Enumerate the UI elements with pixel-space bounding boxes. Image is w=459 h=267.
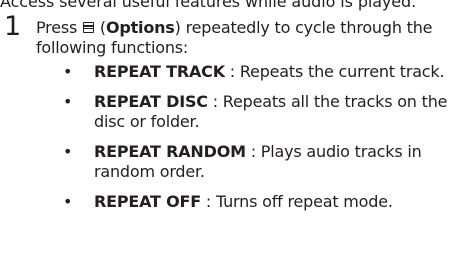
bullet-icon: • (63, 92, 73, 111)
step-text-before: Press (36, 18, 82, 37)
step-open-paren: ( (95, 18, 106, 37)
step-number: 1 (4, 11, 22, 42)
function-term: REPEAT TRACK (94, 62, 225, 81)
list-item-repeat-track: • REPEAT TRACK : Repeats the current trac… (60, 62, 458, 82)
function-term: REPEAT RANDOM (94, 142, 246, 161)
bullet-icon: • (63, 142, 73, 161)
function-list: • REPEAT TRACK : Repeats the current trac… (60, 62, 458, 222)
intro-text: Access several useful features while aud… (0, 0, 417, 11)
step-instruction: Press (Options) repeatedly to cycle thro… (36, 18, 456, 58)
bullet-icon: • (63, 62, 73, 81)
function-description: : Turns off repeat mode. (201, 192, 393, 211)
function-description: : Repeats the current track. (224, 62, 445, 81)
function-term: REPEAT OFF (94, 192, 201, 211)
options-icon (83, 22, 94, 33)
bullet-icon: • (63, 192, 73, 211)
list-item-repeat-disc: • REPEAT DISC : Repeats all the tracks on… (60, 92, 458, 132)
list-item-repeat-random: • REPEAT RANDOM : Plays audio tracks in r… (60, 142, 458, 182)
list-item-repeat-off: • REPEAT OFF : Turns off repeat mode. (60, 192, 458, 212)
function-term: REPEAT DISC (94, 92, 208, 111)
options-button-name: Options (105, 18, 175, 37)
